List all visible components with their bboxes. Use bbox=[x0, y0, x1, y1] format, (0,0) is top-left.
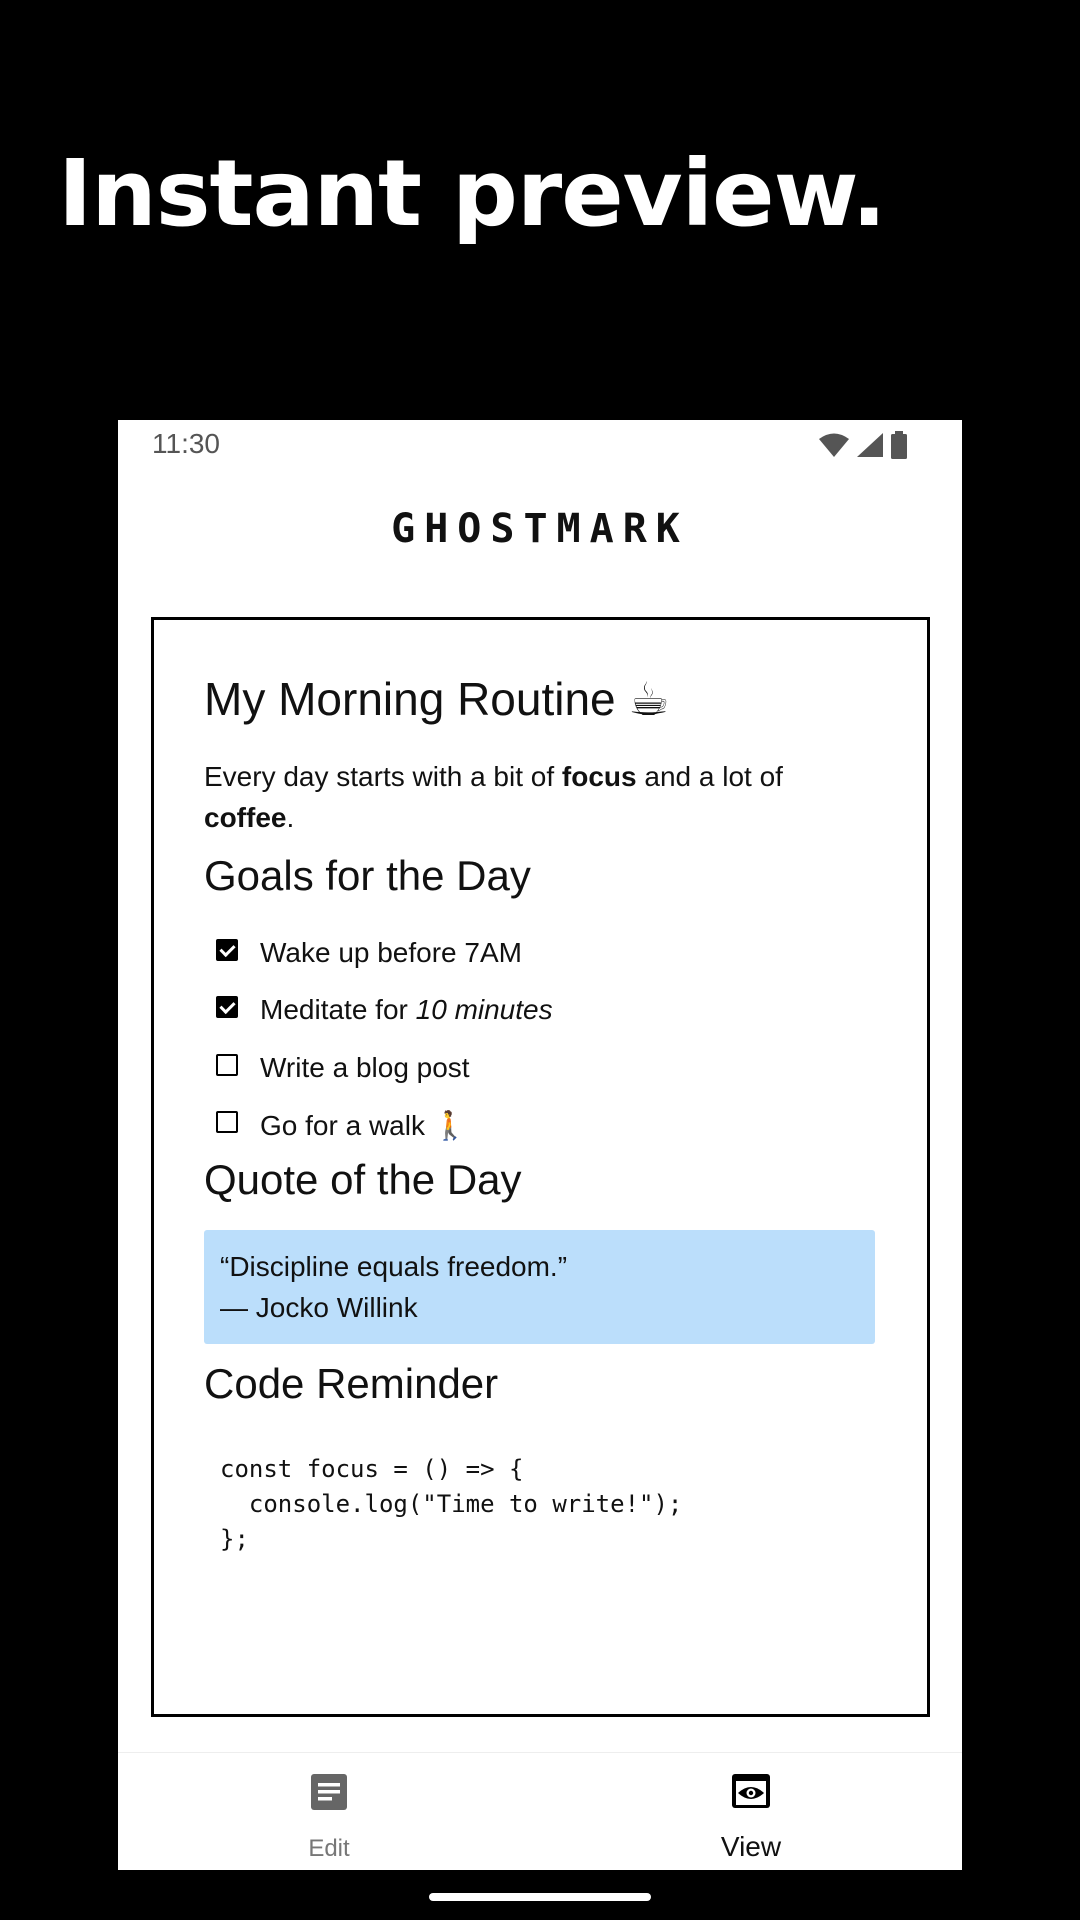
nav-label-view: View bbox=[720, 1831, 782, 1862]
eye-icon bbox=[731, 1773, 771, 1814]
code-line: }; bbox=[220, 1525, 249, 1553]
task-item: Write a blog post bbox=[216, 1039, 553, 1097]
paragraph-bold-focus: focus bbox=[561, 761, 637, 792]
task-checkbox-checked[interactable] bbox=[216, 996, 238, 1019]
goals-heading: Goals for the Day bbox=[204, 852, 531, 899]
paragraph-text: Every day starts with a bit of bbox=[204, 761, 562, 792]
cellular-signal-icon bbox=[856, 432, 884, 463]
task-label-text: Meditate for bbox=[260, 994, 416, 1026]
quote-text: “Discipline equals freedom.” bbox=[220, 1251, 568, 1282]
status-time: 11:30 bbox=[152, 428, 220, 459]
preview-heading-1: My Morning Routine ☕ bbox=[204, 673, 670, 725]
home-indicator[interactable] bbox=[429, 1893, 651, 1901]
task-list: Wake up before 7AM Meditate for 10 minut… bbox=[216, 924, 553, 1154]
task-item: Wake up before 7AM bbox=[216, 924, 553, 982]
task-checkbox-unchecked[interactable] bbox=[216, 1053, 238, 1076]
task-item: Meditate for 10 minutes bbox=[216, 982, 553, 1040]
quote-author: — Jocko Willink bbox=[220, 1292, 418, 1323]
paragraph-text: . bbox=[286, 802, 295, 833]
task-label: Write a blog post bbox=[260, 1051, 470, 1083]
phone-screen: 11:30 GHOSTMARK My Morning Routine ☕ Eve… bbox=[118, 420, 962, 1870]
task-label-emphasis: 10 minutes bbox=[415, 994, 553, 1026]
nav-label-edit: Edit bbox=[308, 1835, 350, 1862]
status-bar: 11:30 bbox=[118, 420, 962, 470]
task-label: Meditate for 10 minutes bbox=[260, 994, 553, 1026]
task-label: Wake up before 7AM bbox=[260, 936, 522, 968]
task-label: Go for a walk 🚶 bbox=[260, 1109, 468, 1141]
paragraph-text: and a lot of bbox=[636, 761, 783, 792]
code-block: const focus = () => { console.log("Time … bbox=[220, 1452, 682, 1557]
code-line: const focus = () => { bbox=[220, 1455, 524, 1483]
nav-tab-view[interactable]: View bbox=[540, 1753, 962, 1871]
code-line: console.log("Time to write!"); bbox=[220, 1490, 683, 1518]
status-icons bbox=[818, 431, 908, 464]
task-checkbox-unchecked[interactable] bbox=[216, 1111, 238, 1134]
promo-headline: Instant preview. bbox=[58, 140, 887, 247]
code-heading: Code Reminder bbox=[204, 1360, 499, 1407]
markdown-preview-pane[interactable]: My Morning Routine ☕ Every day starts wi… bbox=[151, 617, 930, 1717]
bottom-navigation: Edit View bbox=[118, 1752, 962, 1870]
paragraph-bold-coffee: coffee bbox=[204, 802, 287, 833]
quote-heading: Quote of the Day bbox=[204, 1156, 522, 1203]
document-icon bbox=[310, 1773, 348, 1816]
blockquote: “Discipline equals freedom.” — Jocko Wil… bbox=[204, 1230, 875, 1344]
nav-tab-edit[interactable]: Edit bbox=[118, 1753, 540, 1871]
task-checkbox-checked[interactable] bbox=[216, 938, 238, 961]
preview-paragraph: Every day starts with a bit of focus and… bbox=[204, 756, 844, 838]
battery-icon bbox=[890, 431, 908, 464]
app-title: GHOSTMARK bbox=[391, 506, 689, 552]
task-item: Go for a walk 🚶 bbox=[216, 1097, 553, 1155]
wifi-icon bbox=[818, 432, 850, 463]
